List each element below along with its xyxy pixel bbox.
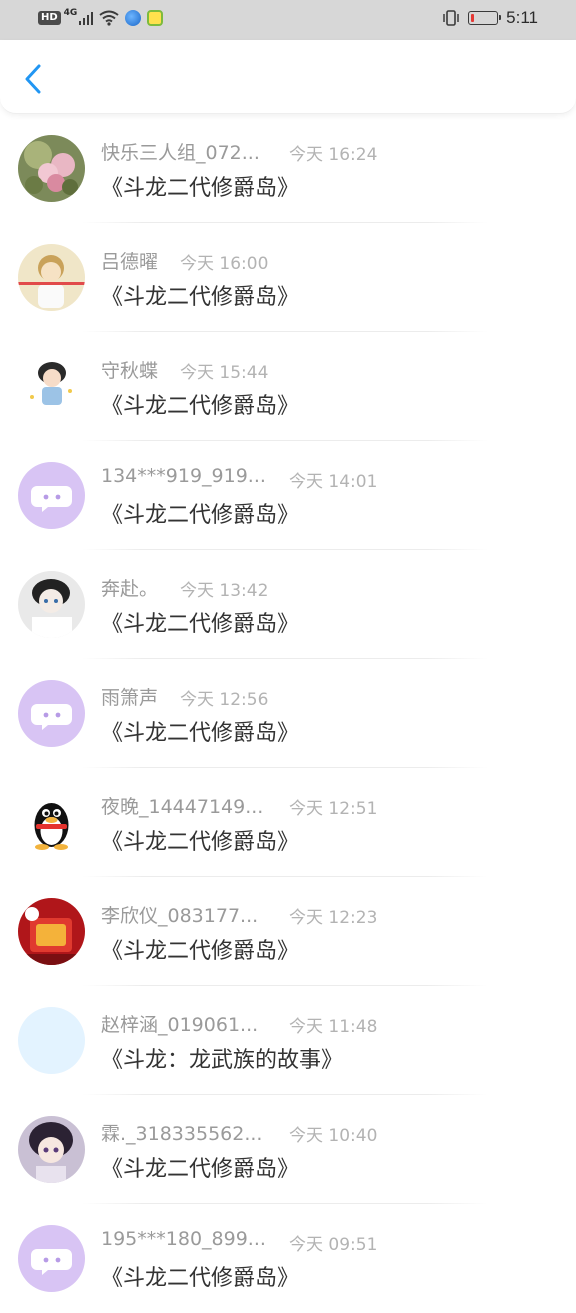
message-title: 《斗龙二代修爵岛》 [101, 503, 300, 528]
list-item[interactable]: 吕德曜 今天 16:00 《斗龙二代修爵岛》 [0, 223, 576, 332]
sender-name: 李欣仪_083177... [101, 905, 259, 927]
avatar[interactable] [18, 571, 85, 638]
chat-bubble-icon [18, 680, 85, 747]
sender-name: 奔赴。 [101, 578, 159, 600]
chat-bubble-icon [18, 1225, 85, 1292]
timestamp: 今天 16:24 [289, 145, 378, 165]
timestamp: 今天 12:51 [289, 799, 378, 819]
back-button[interactable] [18, 62, 48, 96]
timestamp: 今天 12:23 [289, 908, 378, 928]
sender-name: 快乐三人组_072... [101, 142, 260, 164]
list-item[interactable]: 霖._318335562... 今天 10:40 《斗龙二代修爵岛》 [0, 1095, 576, 1204]
message-title: 《斗龙二代修爵岛》 [101, 721, 300, 746]
message-title: 《斗龙：龙武族的故事》 [101, 1048, 344, 1073]
clock: 5:11 [506, 8, 538, 27]
timestamp: 今天 12:56 [180, 690, 269, 710]
sender-name: 134***919_919... [101, 465, 266, 487]
avatar[interactable] [18, 680, 85, 747]
message-title: 《斗龙二代修爵岛》 [101, 285, 300, 310]
avatar[interactable] [18, 898, 85, 965]
network-type: 4G [63, 8, 78, 18]
avatar[interactable] [18, 353, 85, 420]
status-bar: HD 4G 5:11 [0, 0, 576, 40]
avatar[interactable] [18, 1007, 85, 1074]
message-title: 《斗龙二代修爵岛》 [101, 1266, 300, 1291]
message-list: 快乐三人组_072... 今天 16:24 《斗龙二代修爵岛》 吕德曜 今天 1… [0, 114, 576, 1313]
message-title: 《斗龙二代修爵岛》 [101, 830, 300, 855]
vibrate-icon [443, 10, 459, 26]
timestamp: 今天 11:48 [289, 1017, 378, 1037]
timestamp: 今天 13:42 [180, 581, 269, 601]
avatar[interactable] [18, 1116, 85, 1183]
qq-penguin-icon [18, 789, 85, 856]
message-title: 《斗龙二代修爵岛》 [101, 939, 300, 964]
chat-app-icon [147, 10, 164, 26]
status-left-icons: HD 4G [38, 8, 164, 26]
message-title: 《斗龙二代修爵岛》 [101, 1157, 300, 1182]
sender-name: 夜晚_14447149... [101, 796, 264, 818]
sender-name: 195***180_899... [101, 1228, 266, 1250]
list-item[interactable]: 李欣仪_083177... 今天 12:23 《斗龙二代修爵岛》 [0, 877, 576, 986]
battery-level [471, 14, 475, 22]
sender-name: 吕德曜 [101, 251, 159, 273]
battery-icon [468, 11, 502, 25]
list-item[interactable]: 195***180_899... 今天 09:51 《斗龙二代修爵岛》 [0, 1204, 576, 1313]
status-right-icons: 5:11 [442, 8, 538, 28]
browser-app-icon [125, 10, 142, 26]
list-item[interactable]: 雨箫声 今天 12:56 《斗龙二代修爵岛》 [0, 659, 576, 768]
avatar[interactable] [18, 789, 85, 856]
timestamp: 今天 14:01 [289, 472, 378, 492]
timestamp: 今天 10:40 [289, 1126, 378, 1146]
message-title: 《斗龙二代修爵岛》 [101, 176, 300, 201]
avatar[interactable] [18, 462, 85, 529]
sender-name: 赵梓涵_019061... [101, 1014, 259, 1036]
list-item[interactable]: 赵梓涵_019061... 今天 11:48 《斗龙：龙武族的故事》 [0, 986, 576, 1095]
message-title: 《斗龙二代修爵岛》 [101, 394, 300, 419]
sender-name: 雨箫声 [101, 687, 159, 709]
avatar[interactable] [18, 244, 85, 311]
signal-icon [79, 11, 94, 25]
timestamp: 今天 09:51 [289, 1235, 378, 1255]
timestamp: 今天 16:00 [180, 254, 269, 274]
avatar[interactable] [18, 135, 85, 202]
sender-name: 霖._318335562... [101, 1123, 263, 1145]
list-item[interactable]: 夜晚_14447149... 今天 12:51 《斗龙二代修爵岛》 [0, 768, 576, 877]
list-item[interactable]: 134***919_919... 今天 14:01 《斗龙二代修爵岛》 [0, 441, 576, 550]
chat-bubble-icon [18, 462, 85, 529]
chevron-left-icon [25, 64, 41, 94]
wifi-icon [99, 10, 119, 26]
list-item[interactable]: 奔赴。 今天 13:42 《斗龙二代修爵岛》 [0, 550, 576, 659]
timestamp: 今天 15:44 [180, 363, 269, 383]
list-item[interactable]: 守秋蝶 今天 15:44 《斗龙二代修爵岛》 [0, 332, 576, 441]
sender-name: 守秋蝶 [101, 360, 159, 382]
avatar[interactable] [18, 1225, 85, 1292]
hd-badge: HD [38, 11, 61, 25]
message-title: 《斗龙二代修爵岛》 [101, 612, 300, 637]
list-item[interactable]: 快乐三人组_072... 今天 16:24 《斗龙二代修爵岛》 [0, 114, 576, 223]
header-bar [0, 40, 576, 114]
